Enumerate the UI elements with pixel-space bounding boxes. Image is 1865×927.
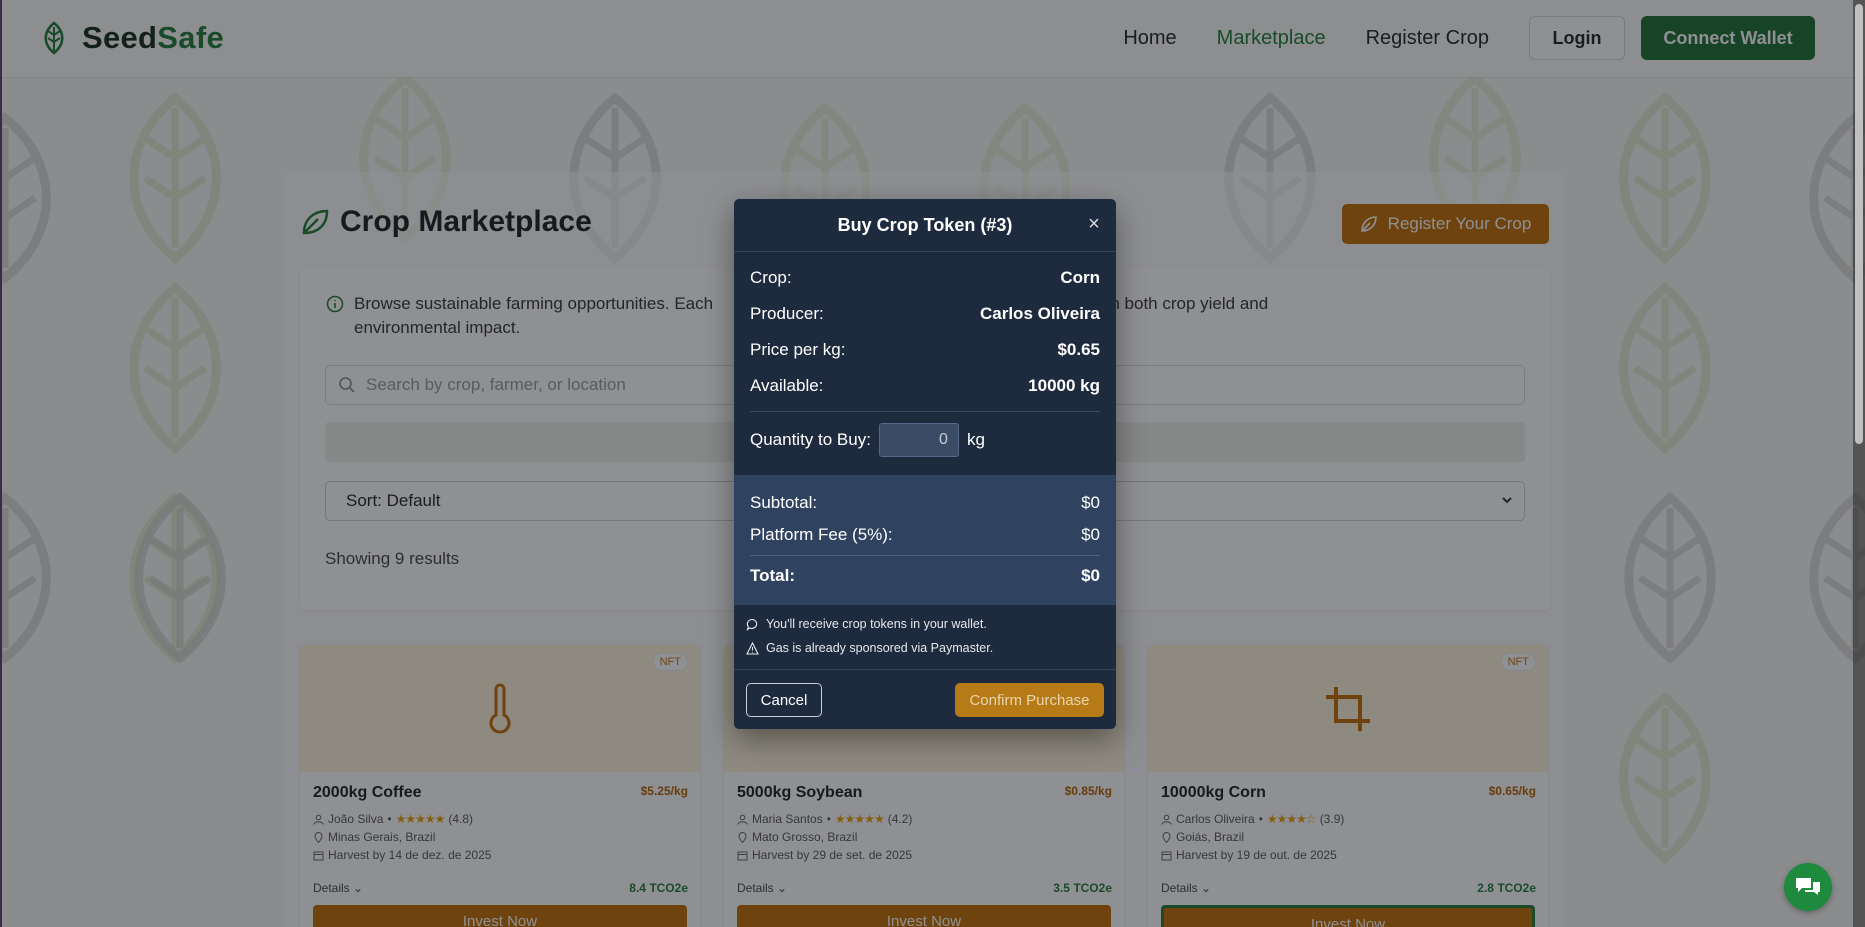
warning-icon bbox=[746, 641, 759, 655]
gas-note-text: Gas is already sponsored via Paymaster. bbox=[766, 641, 994, 655]
crop-value: Corn bbox=[1060, 268, 1100, 287]
modal-footer-divider bbox=[734, 669, 1116, 670]
cancel-button[interactable]: Cancel bbox=[746, 683, 822, 717]
close-icon[interactable]: × bbox=[1084, 213, 1104, 235]
scrollbar-thumb[interactable] bbox=[1855, 4, 1863, 444]
total-row: Total: $0 bbox=[750, 566, 1100, 586]
price-label: Price per kg: bbox=[750, 340, 846, 359]
producer-row: Producer: Carlos Oliveira bbox=[750, 304, 1100, 324]
available-label: Available: bbox=[750, 376, 824, 395]
gas-note: Gas is already sponsored via Paymaster. bbox=[746, 641, 993, 655]
available-row: Available: 10000 kg bbox=[750, 376, 1100, 396]
wallet-note-text: You'll receive crop tokens in your walle… bbox=[766, 617, 987, 631]
total-label: Total: bbox=[750, 566, 796, 585]
subtotal-value: $0 bbox=[1081, 493, 1100, 512]
summary-divider bbox=[750, 555, 1100, 556]
chat-button[interactable] bbox=[1784, 863, 1832, 911]
page-scrollbar[interactable] bbox=[1853, 0, 1865, 927]
price-value: $0.65 bbox=[1057, 340, 1100, 359]
chat-icon bbox=[1796, 878, 1820, 895]
crop-label: Crop: bbox=[750, 268, 792, 287]
fee-label: Platform Fee (5%): bbox=[750, 525, 893, 544]
available-value: 10000 kg bbox=[1028, 376, 1100, 395]
crop-row: Crop: Corn bbox=[750, 268, 1100, 288]
subtotal-label: Subtotal: bbox=[750, 493, 818, 512]
subtotal-row: Subtotal: $0 bbox=[750, 493, 1100, 513]
fee-value: $0 bbox=[1081, 525, 1100, 544]
quantity-input[interactable]: 0 bbox=[878, 423, 959, 457]
order-summary: Subtotal: $0 Platform Fee (5%): $0 Total: $… bbox=[734, 475, 1116, 605]
chat-bubble-icon bbox=[746, 618, 758, 631]
quantity-label: Quantity to Buy: bbox=[750, 430, 871, 449]
wallet-note: You'll receive crop tokens in your walle… bbox=[746, 617, 987, 631]
price-row: Price per kg: $0.65 bbox=[750, 340, 1100, 360]
confirm-purchase-button[interactable]: Confirm Purchase bbox=[955, 683, 1104, 717]
producer-label: Producer: bbox=[750, 304, 824, 323]
buy-token-modal: Buy Crop Token (#3) × Crop: Corn Producer… bbox=[734, 199, 1116, 729]
modal-header: Buy Crop Token (#3) × bbox=[734, 199, 1116, 252]
total-value: $0 bbox=[1081, 566, 1100, 585]
fee-row: Platform Fee (5%): $0 bbox=[750, 525, 1100, 545]
modal-title: Buy Crop Token (#3) bbox=[837, 214, 1013, 235]
producer-value: Carlos Oliveira bbox=[979, 304, 1100, 323]
window-edge bbox=[0, 0, 2, 927]
quantity-row: Quantity to Buy: 0 kg bbox=[750, 423, 985, 457]
quantity-unit: kg bbox=[966, 430, 985, 449]
modal-divider bbox=[750, 411, 1100, 412]
